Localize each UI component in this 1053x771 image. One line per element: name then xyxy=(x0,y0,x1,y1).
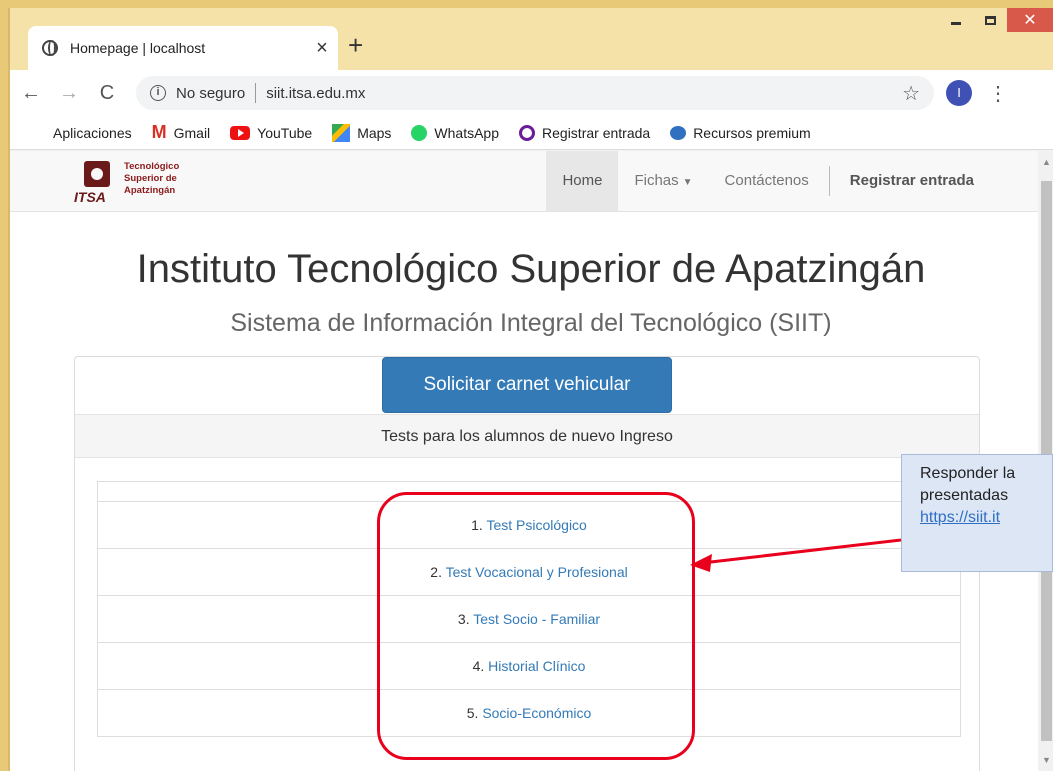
bookmark-label: YouTube xyxy=(257,124,313,141)
bookmark-label: Recursos premium xyxy=(693,124,811,141)
test-number: 1. xyxy=(471,517,483,533)
test-number: 3. xyxy=(457,611,470,627)
site-logo[interactable]: ITSA Tecnológico Superior de Apatzingán xyxy=(74,159,204,205)
new-tab-button[interactable]: + xyxy=(348,30,363,61)
table-row: 3. Test Socio - Familiar xyxy=(97,595,961,643)
url-text[interactable]: siit.itsa.edu.mx xyxy=(266,85,365,102)
carnet-button[interactable]: Solicitar carnet vehicular xyxy=(382,357,672,413)
logo-text: Tecnológico Superior de Apatzingán xyxy=(124,161,179,197)
minimize-button[interactable] xyxy=(939,8,973,32)
logo-abbreviation: ITSA xyxy=(74,189,106,205)
nav-home[interactable]: Home xyxy=(546,151,619,211)
test-number: 2. xyxy=(430,564,442,580)
bookmark-maps[interactable]: Maps xyxy=(332,123,392,142)
profile-avatar[interactable]: I xyxy=(946,80,972,106)
test-number: 5. xyxy=(466,705,479,721)
nav-separator xyxy=(828,166,830,196)
maximize-button[interactable] xyxy=(973,8,1007,32)
test-link-socio-economico[interactable]: Socio-Económico xyxy=(482,705,591,721)
nav-contact[interactable]: Contáctenos xyxy=(709,151,825,211)
gear-logo-icon xyxy=(84,161,110,187)
address-separator xyxy=(255,83,257,103)
tab-close-icon[interactable]: × xyxy=(306,37,338,60)
bookmark-recursos[interactable]: Recursos premium xyxy=(670,124,811,141)
panel-heading: Tests para los alumnos de nuevo Ingreso xyxy=(75,414,979,458)
globe-icon xyxy=(42,40,58,56)
tests-panel: Solicitar carnet vehicular Tests para lo… xyxy=(74,356,980,771)
security-label: No seguro xyxy=(176,84,246,102)
bookmark-gmail[interactable]: M Gmail xyxy=(152,122,211,143)
tab-title: Homepage | localhost xyxy=(70,40,206,56)
close-window-button[interactable]: ✕ xyxy=(1007,8,1053,32)
test-link-socio-familiar[interactable]: Test Socio - Familiar xyxy=(473,611,600,627)
title-bar: Homepage | localhost × + ✕ xyxy=(10,8,1053,70)
table-row: 2. Test Vocacional y Profesional xyxy=(97,548,961,596)
caret-down-icon: ▼ xyxy=(682,177,693,188)
maps-icon xyxy=(332,123,351,142)
table-row: 1. Test Psicológico xyxy=(97,501,961,549)
nav-fichas[interactable]: Fichas ▼ xyxy=(618,151,708,211)
minimize-icon xyxy=(951,21,961,25)
page-viewport: ITSA Tecnológico Superior de Apatzingán … xyxy=(10,151,1038,771)
table-row: 4. Historial Clínico xyxy=(97,642,961,690)
page-subtitle: Sistema de Información Integral del Tecn… xyxy=(230,309,832,337)
scroll-up-icon[interactable]: ▲ xyxy=(1042,157,1051,167)
maximize-icon xyxy=(984,15,996,25)
scroll-down-icon[interactable]: ▼ xyxy=(1042,755,1051,765)
bookmarks-bar: Aplicaciones M Gmail YouTube Maps WhatsA… xyxy=(10,116,1053,150)
browser-tab[interactable]: Homepage | localhost × xyxy=(28,26,338,70)
browser-toolbar: ← → C i No seguro siit.itsa.edu.mx ☆ I ⋮ xyxy=(10,70,1053,116)
logo-line: Apatzingán xyxy=(124,185,176,196)
whatsapp-icon xyxy=(411,124,428,141)
test-link-historial[interactable]: Historial Clínico xyxy=(488,658,585,674)
bookmark-apps[interactable]: Aplicaciones xyxy=(30,125,132,141)
window-controls: ✕ xyxy=(939,8,1053,32)
browser-menu-icon[interactable]: ⋮ xyxy=(988,81,1008,106)
test-link-vocacional[interactable]: Test Vocacional y Profesional xyxy=(446,564,628,580)
reload-button[interactable]: C xyxy=(90,82,124,105)
callout-link[interactable]: https://siit.it xyxy=(920,507,1052,529)
browser-window: Homepage | localhost × + ✕ ← → C i No se… xyxy=(8,8,1053,771)
tests-table: 1. Test Psicológico 2. Test Vocacional y… xyxy=(97,481,961,737)
recursos-icon xyxy=(670,125,687,140)
bookmark-star-icon[interactable]: ☆ xyxy=(902,81,920,106)
page-title: Instituto Tecnológico Superior de Apatzi… xyxy=(136,247,926,291)
nav-register[interactable]: Registrar entrada xyxy=(834,151,990,211)
table-row: 5. Socio-Económico xyxy=(97,689,961,737)
gmail-icon: M xyxy=(151,122,167,142)
info-icon[interactable]: i xyxy=(150,85,166,101)
bookmark-label: Gmail xyxy=(173,124,211,141)
bookmark-label: Aplicaciones xyxy=(53,124,132,141)
bookmark-label: Registrar entrada xyxy=(542,124,651,141)
youtube-icon xyxy=(230,125,251,140)
back-button[interactable]: ← xyxy=(14,82,48,105)
registrar-icon xyxy=(519,124,536,141)
bookmark-label: WhatsApp xyxy=(434,124,500,141)
bookmark-whatsapp[interactable]: WhatsApp xyxy=(411,124,500,141)
test-link-psicologico[interactable]: Test Psicológico xyxy=(486,517,586,533)
callout-line: presentadas xyxy=(920,487,1009,504)
site-navbar: ITSA Tecnológico Superior de Apatzingán … xyxy=(10,151,1038,212)
apps-icon xyxy=(30,125,46,141)
nav-links: Home Fichas ▼ Contáctenos Registrar entra… xyxy=(546,151,990,211)
address-bar[interactable]: i No seguro siit.itsa.edu.mx ☆ xyxy=(136,76,934,110)
bookmark-registrar[interactable]: Registrar entrada xyxy=(519,124,651,141)
bookmark-label: Maps xyxy=(357,124,392,141)
table-row xyxy=(98,482,961,502)
annotation-callout: Responder la presentadas https://siit.it xyxy=(901,454,1053,572)
forward-button[interactable]: → xyxy=(52,82,86,105)
nav-fichas-label: Fichas xyxy=(634,172,679,189)
callout-line: Responder la xyxy=(920,465,1016,482)
test-number: 4. xyxy=(472,658,485,674)
bookmark-youtube[interactable]: YouTube xyxy=(230,125,312,141)
logo-line: Tecnológico xyxy=(124,161,180,172)
logo-line: Superior de xyxy=(124,173,177,184)
